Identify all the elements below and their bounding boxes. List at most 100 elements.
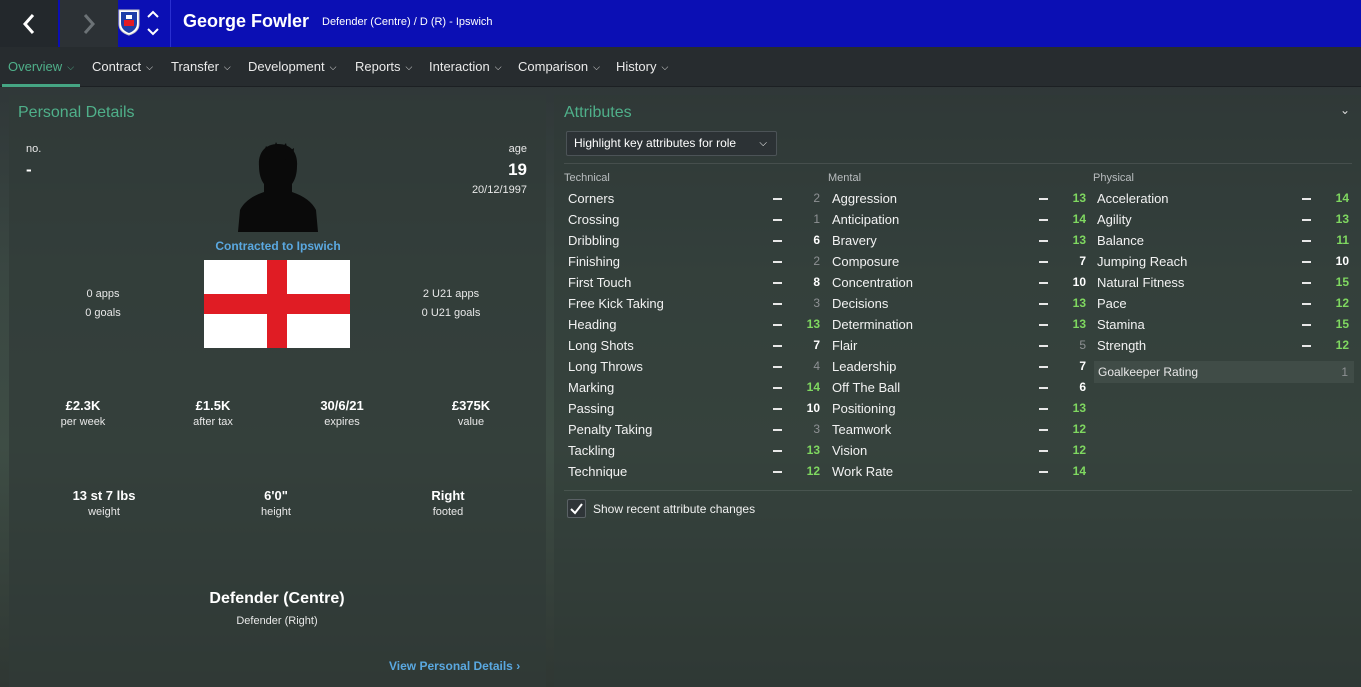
tab-label: Contract xyxy=(92,59,142,74)
attribute-value: 6 xyxy=(1079,380,1086,394)
attribute-row[interactable]: Penalty Taking 3 xyxy=(564,419,826,440)
attribute-name: Jumping Reach xyxy=(1097,254,1188,269)
no-change-indicator-icon xyxy=(1039,429,1048,431)
contract-status[interactable]: Contracted to Ipswich xyxy=(178,239,378,253)
attribute-value: 2 xyxy=(813,191,820,205)
attribute-value: 3 xyxy=(813,296,820,310)
attributes-bottom-rule xyxy=(564,490,1352,491)
attribute-row[interactable]: Heading 13 xyxy=(564,314,826,335)
england-flag-icon[interactable] xyxy=(204,260,350,348)
attribute-value: 2 xyxy=(813,254,820,268)
attribute-row[interactable]: Flair 5 xyxy=(828,335,1092,356)
no-change-indicator-icon xyxy=(773,429,782,431)
wage-label: per week xyxy=(60,416,106,428)
attribute-value: 5 xyxy=(1079,338,1086,352)
view-personal-details-link[interactable]: View Personal Details › xyxy=(389,659,520,673)
tab-overview[interactable]: Overview ⌵ xyxy=(1,47,81,87)
expiry-label: expires xyxy=(324,416,360,428)
height-value: 6'0" xyxy=(264,488,288,503)
forward-button[interactable] xyxy=(60,0,118,47)
attribute-name: Balance xyxy=(1097,233,1144,248)
attribute-row[interactable]: Corners 2 xyxy=(564,188,826,209)
attribute-name: Long Throws xyxy=(568,359,643,374)
attribute-row[interactable]: Natural Fitness 15 xyxy=(1093,272,1355,293)
tab-interaction[interactable]: Interaction ⌵ xyxy=(429,47,502,87)
collapse-chevron-icon[interactable]: ⌄ xyxy=(1340,103,1350,117)
attribute-row[interactable]: Agility 13 xyxy=(1093,209,1355,230)
attribute-row[interactable]: Off The Ball 6 xyxy=(828,377,1092,398)
attribute-row[interactable]: Jumping Reach 10 xyxy=(1093,251,1355,272)
footed-label: footed xyxy=(432,506,464,518)
tab-contract[interactable]: Contract ⌵ xyxy=(92,47,153,87)
attribute-name: Finishing xyxy=(568,254,621,269)
attribute-row[interactable]: Acceleration 14 xyxy=(1093,188,1355,209)
attribute-row[interactable]: Composure 7 xyxy=(828,251,1092,272)
attribute-row[interactable]: Finishing 2 xyxy=(564,251,826,272)
attribute-row[interactable]: Crossing 1 xyxy=(564,209,826,230)
attribute-row[interactable]: Aggression 13 xyxy=(828,188,1092,209)
attribute-row[interactable]: Long Throws 4 xyxy=(564,356,826,377)
attribute-row[interactable]: Positioning 13 xyxy=(828,398,1092,419)
chevron-down-icon[interactable] xyxy=(147,28,159,36)
attribute-row[interactable]: Technique 12 xyxy=(564,461,826,482)
tab-history[interactable]: History ⌵ xyxy=(616,47,668,87)
tab-development[interactable]: Development ⌵ xyxy=(248,47,336,87)
attribute-row[interactable]: Decisions 13 xyxy=(828,293,1092,314)
attribute-row[interactable]: Anticipation 14 xyxy=(828,209,1092,230)
back-button[interactable] xyxy=(0,0,58,47)
attribute-name: Technique xyxy=(568,464,628,479)
player-switch-arrows[interactable] xyxy=(146,10,160,36)
chevron-down-icon: ⌵ xyxy=(146,62,153,72)
tab-transfer[interactable]: Transfer ⌵ xyxy=(171,47,231,87)
squad-number-label: no. xyxy=(26,143,42,155)
attribute-name: Work Rate xyxy=(832,464,894,479)
attribute-name: Determination xyxy=(832,317,913,332)
attribute-row[interactable]: Balance 11 xyxy=(1093,230,1355,251)
attribute-row[interactable]: Concentration 10 xyxy=(828,272,1092,293)
attribute-row[interactable]: Pace 12 xyxy=(1093,293,1355,314)
attribute-row[interactable]: First Touch 8 xyxy=(564,272,826,293)
no-change-indicator-icon xyxy=(773,345,782,347)
no-change-indicator-icon xyxy=(773,324,782,326)
club-crest-icon[interactable] xyxy=(118,9,140,36)
tab-bar: Overview ⌵ Contract ⌵ Transfer ⌵ Developmen… xyxy=(0,47,1361,87)
attribute-name: First Touch xyxy=(568,275,632,290)
no-change-indicator-icon xyxy=(1302,324,1311,326)
show-changes-label[interactable]: Show recent attribute changes xyxy=(593,502,755,516)
attribute-name: Teamwork xyxy=(832,422,892,437)
no-change-indicator-icon xyxy=(1039,450,1048,452)
attribute-row[interactable]: Stamina 15 xyxy=(1093,314,1355,335)
no-change-indicator-icon xyxy=(773,450,782,452)
attribute-row[interactable]: Bravery 13 xyxy=(828,230,1092,251)
attribute-row[interactable]: Marking 14 xyxy=(564,377,826,398)
attribute-name: Leadership xyxy=(832,359,897,374)
attribute-row[interactable]: Teamwork 12 xyxy=(828,419,1092,440)
attribute-row[interactable]: Work Rate 14 xyxy=(828,461,1092,482)
attribute-row[interactable]: Determination 13 xyxy=(828,314,1092,335)
attribute-row[interactable]: Tackling 13 xyxy=(564,440,826,461)
attribute-value: 12 xyxy=(806,464,820,478)
attribute-value: 13 xyxy=(1072,191,1086,205)
no-change-indicator-icon xyxy=(1302,219,1311,221)
attribute-row[interactable]: Dribbling 6 xyxy=(564,230,826,251)
attribute-row[interactable]: Passing 10 xyxy=(564,398,826,419)
attribute-value: 8 xyxy=(813,275,820,289)
attribute-name: Bravery xyxy=(832,233,877,248)
attribute-row[interactable]: Strength 12 xyxy=(1093,335,1355,356)
attribute-value: 12 xyxy=(1072,443,1086,457)
attribute-row[interactable]: Vision 12 xyxy=(828,440,1092,461)
chevron-down-icon: ⌵ xyxy=(405,62,413,72)
attribute-row[interactable]: Free Kick Taking 3 xyxy=(564,293,826,314)
attribute-value: 10 xyxy=(1335,254,1349,268)
tab-reports[interactable]: Reports ⌵ xyxy=(355,47,412,87)
highlight-attributes-dropdown[interactable]: Highlight key attributes for role ⌵ xyxy=(566,131,777,156)
tab-comparison[interactable]: Comparison ⌵ xyxy=(518,47,600,87)
weight-value: 13 st 7 lbs xyxy=(72,488,136,503)
attribute-row[interactable]: Long Shots 7 xyxy=(564,335,826,356)
chevron-up-icon[interactable] xyxy=(147,10,159,18)
no-change-indicator-icon xyxy=(773,366,782,368)
chevron-down-icon: ⌵ xyxy=(593,62,600,72)
show-changes-checkbox[interactable] xyxy=(567,499,586,518)
no-change-indicator-icon xyxy=(1039,471,1048,473)
attribute-row[interactable]: Leadership 7 xyxy=(828,356,1092,377)
